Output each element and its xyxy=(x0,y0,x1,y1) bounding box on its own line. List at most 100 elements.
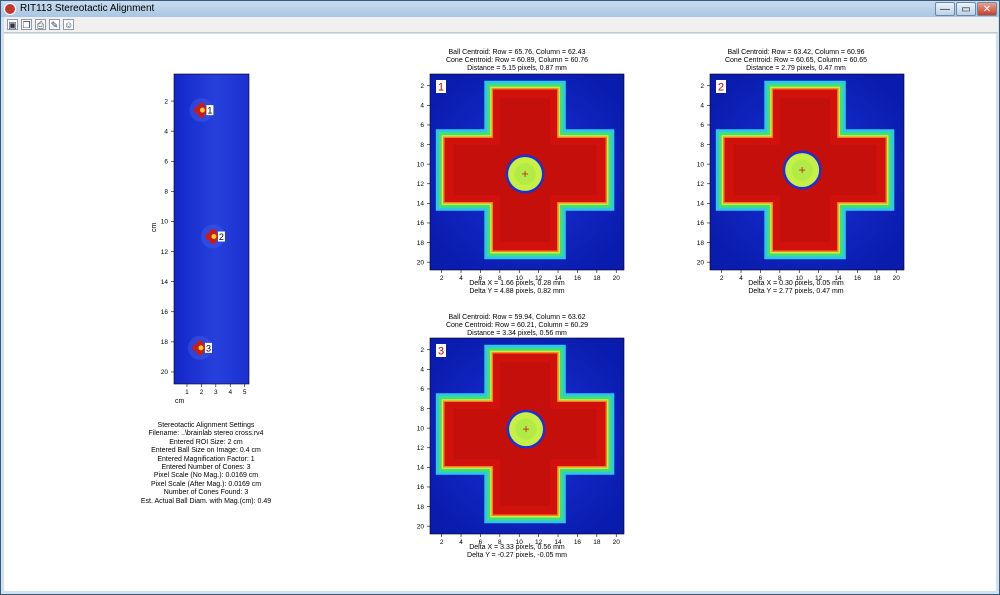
ball-marker xyxy=(199,107,205,113)
settings-line: Pixel Scale (No Mag.): 0.0169 cm xyxy=(153,472,259,480)
settings-line: Est. Actual Ball Diam. with Mag.(cm): 0.… xyxy=(140,497,272,505)
save-icon[interactable]: ▣ xyxy=(7,19,18,30)
y-tick-label: 18 xyxy=(417,240,425,247)
panel-svg: 122446688101012121414161618182020 xyxy=(417,73,625,282)
distance-text: Distance = 5.15 pixels, 0.87 mm xyxy=(467,65,567,72)
x-tick-label: 1 xyxy=(185,389,189,396)
y-tick-label: 14 xyxy=(161,279,169,286)
settings-line: Filename: ..\brainlab stereo cross.rv4 xyxy=(148,430,264,438)
y-tick-label: 8 xyxy=(420,406,424,413)
y-tick-label: 2 xyxy=(700,83,704,90)
panel-1-plot: 1 2 2 4 4 6 6 8 8 10 10 12 12 14 14 16 16 18 18 20 20 xyxy=(404,73,626,282)
distance-text: Distance = 3.34 pixels, 0.56 mm xyxy=(467,330,567,337)
toolbar: ▣ ❐ ⎙ ✎ ☺ xyxy=(4,17,998,33)
minimize-button[interactable]: — xyxy=(935,2,955,16)
y-tick-label: 10 xyxy=(697,161,705,168)
delta-x-text: Delta X = 3.33 pixels, 0.56 mm xyxy=(469,544,565,551)
y-tick-label: 4 xyxy=(164,128,168,135)
y-tick-label: 20 xyxy=(417,523,425,530)
settings-summary: Stereotactic Alignment Settings Filename… xyxy=(116,422,296,506)
y-tick-label: 2 xyxy=(164,98,168,105)
panel-1-header: Ball Centroid: Row = 65.76, Column = 62.… xyxy=(422,49,612,73)
settings-line: Entered Magnification Factor: 1 xyxy=(157,455,255,463)
cone-label: 3 xyxy=(206,343,211,353)
panel-2-footer: Delta X = 0.30 pixels, 0.05 mm Delta Y =… xyxy=(701,280,891,296)
settings-title: Stereotactic Alignment Settings xyxy=(157,422,255,429)
overview-svg: 12324681012141618201 2 3 4 5 xyxy=(161,73,250,396)
y-tick-label: 16 xyxy=(697,220,705,227)
y-tick-label: 2 xyxy=(420,83,424,90)
window-title: RIT113 Stereotactic Alignment xyxy=(20,3,155,14)
x-tick-label: 2 xyxy=(200,389,204,396)
y-tick-label: 12 xyxy=(417,445,425,452)
overview-xlabel: cm xyxy=(175,398,185,405)
ball-marker xyxy=(198,345,204,351)
panel-label: 1 xyxy=(438,82,444,94)
app-window: RIT113 Stereotactic Alignment — ▭ ✕ ▣ ❐ … xyxy=(0,0,1000,595)
cone-centroid-text: Cone Centroid: Row = 60.21, Column = 60.… xyxy=(445,322,589,329)
panel-svg: 222446688101012121414161618182020 xyxy=(697,73,905,282)
panel-1-footer: Delta X = 1.66 pixels, 0.28 mm Delta Y =… xyxy=(422,280,612,296)
y-tick-label: 6 xyxy=(420,122,424,129)
x-tick-label: 20 xyxy=(893,275,901,282)
app-icon xyxy=(4,3,16,15)
delta-x-text: Delta X = 1.66 pixels, 0.28 mm xyxy=(469,280,565,287)
settings-line: Number of Cones Found: 3 xyxy=(163,489,249,497)
ball-centroid-text: Ball Centroid: Row = 63.42, Column = 60.… xyxy=(727,49,865,56)
panel-2-header: Ball Centroid: Row = 63.42, Column = 60.… xyxy=(701,49,891,73)
people-icon[interactable]: ☺ xyxy=(63,19,74,30)
y-tick-label: 14 xyxy=(417,201,425,208)
y-tick-label: 10 xyxy=(161,219,169,226)
ball-centroid-text: Ball Centroid: Row = 65.76, Column = 62.… xyxy=(448,49,586,56)
y-tick-label: 18 xyxy=(161,339,169,346)
panel-3-plot: 3 2 2 4 4 6 6 8 8 10 10 12 12 14 14 16 16 18 18 20 20 xyxy=(404,337,626,546)
x-tick-label: 4 xyxy=(228,389,232,396)
cone-label: 2 xyxy=(219,232,224,242)
maximize-button[interactable]: ▭ xyxy=(956,2,976,16)
y-tick-label: 14 xyxy=(417,465,425,472)
y-tick-label: 12 xyxy=(161,249,169,256)
y-tick-label: 18 xyxy=(417,504,425,511)
y-tick-label: 10 xyxy=(417,425,425,432)
y-tick-label: 20 xyxy=(417,259,425,266)
y-tick-label: 12 xyxy=(697,181,705,188)
cone-centroid-text: Cone Centroid: Row = 60.89, Column = 60.… xyxy=(445,57,589,64)
panel-3-header: Ball Centroid: Row = 59.94, Column = 63.… xyxy=(422,314,612,338)
edit-icon[interactable]: ✎ xyxy=(49,19,60,30)
y-tick-label: 14 xyxy=(697,201,705,208)
delta-x-text: Delta X = 0.30 pixels, 0.05 mm xyxy=(748,280,844,287)
y-tick-label: 20 xyxy=(161,369,169,376)
print-icon[interactable]: ⎙ xyxy=(35,19,46,30)
y-tick-label: 8 xyxy=(420,142,424,149)
y-tick-label: 8 xyxy=(164,189,168,196)
y-tick-label: 12 xyxy=(417,181,425,188)
settings-line: Pixel Scale (After Mag.): 0.0169 cm xyxy=(150,480,262,488)
panel-label: 3 xyxy=(438,346,444,358)
title-bar[interactable]: RIT113 Stereotactic Alignment — ▭ ✕ xyxy=(1,1,999,17)
ball-marker xyxy=(211,234,217,240)
panel-2-plot: 2 2 2 4 4 6 6 8 8 10 10 12 12 14 14 16 16 18 18 20 20 xyxy=(684,73,906,282)
x-tick-label: 5 xyxy=(243,389,247,396)
y-tick-label: 16 xyxy=(417,220,425,227)
y-tick-label: 20 xyxy=(697,259,705,266)
y-tick-label: 6 xyxy=(164,158,168,165)
cone-label: 1 xyxy=(207,106,212,116)
client-area: 1 2 3 2 4 6 8 10 12 14 16 18 20 1 2 3 4 5 cm cm Ball Cent… xyxy=(4,34,996,591)
panel-label: 2 xyxy=(718,82,724,94)
y-tick-label: 4 xyxy=(420,103,424,110)
x-tick-label: 20 xyxy=(613,539,621,546)
settings-line: Entered Ball Size on Image: 0.4 cm xyxy=(151,447,261,455)
overview-plot: 1 2 3 2 4 6 8 10 12 14 16 18 20 1 2 3 4 5 xyxy=(144,73,264,414)
y-tick-label: 10 xyxy=(417,161,425,168)
copy-icon[interactable]: ❐ xyxy=(21,19,32,30)
delta-y-text: Delta Y = -0.27 pixels, -0.05 mm xyxy=(467,552,567,559)
close-button[interactable]: ✕ xyxy=(977,2,997,16)
ball-centroid-text: Ball Centroid: Row = 59.94, Column = 63.… xyxy=(448,314,586,321)
x-tick-label: 20 xyxy=(613,275,621,282)
delta-y-text: Delta Y = 4.88 pixels, 0.82 mm xyxy=(469,288,565,295)
y-tick-label: 4 xyxy=(420,367,424,374)
settings-line: Entered ROI Size: 2 cm xyxy=(169,438,243,446)
settings-line: Entered Number of Cones: 3 xyxy=(161,464,251,472)
y-tick-label: 6 xyxy=(700,122,704,129)
panel-3-footer: Delta X = 3.33 pixels, 0.56 mm Delta Y =… xyxy=(422,544,612,560)
